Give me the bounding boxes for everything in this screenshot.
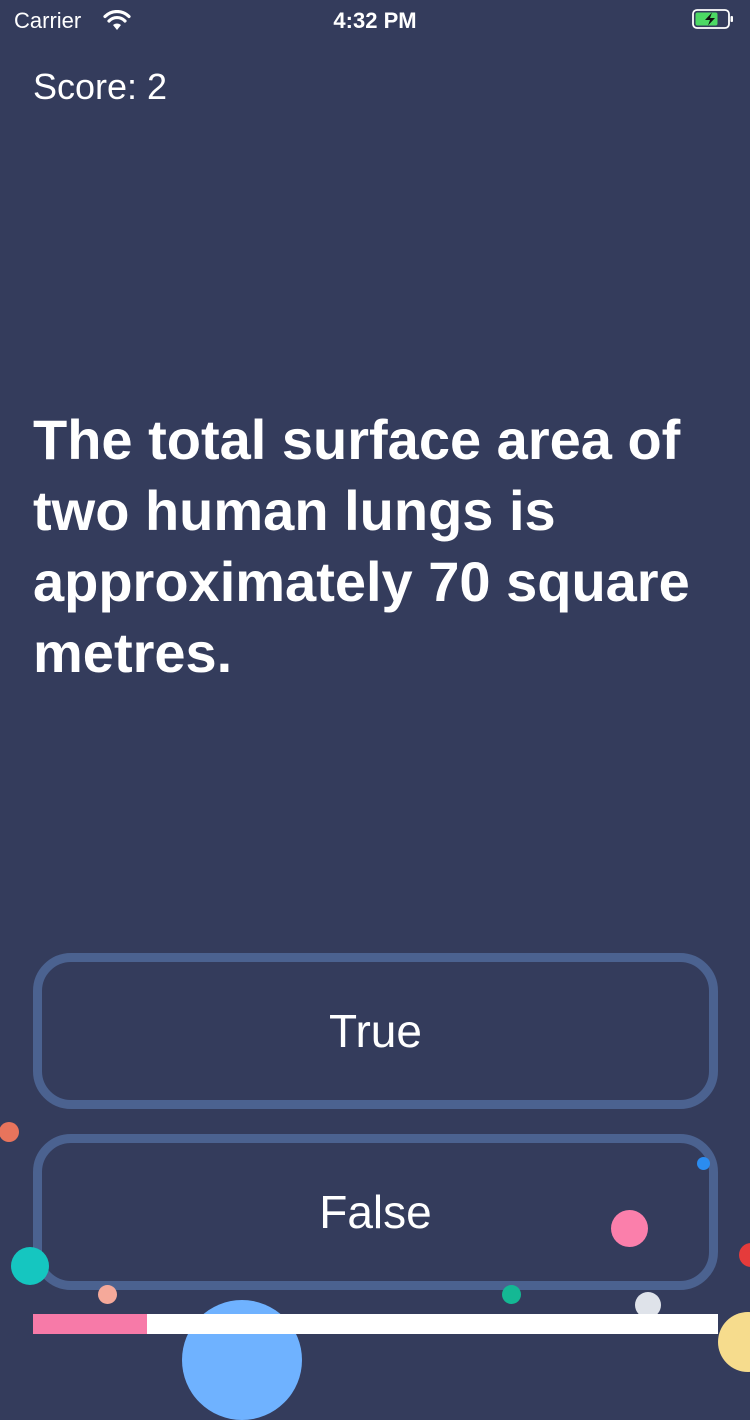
status-time: 4:32 PM xyxy=(333,8,417,33)
confetti-particle xyxy=(611,1210,648,1247)
true-button-label: True xyxy=(329,1005,422,1057)
progress-fill xyxy=(33,1314,147,1334)
status-bar: Carrier 4:32 PM xyxy=(0,0,750,40)
confetti-particle xyxy=(98,1285,117,1304)
progress-bar xyxy=(33,1314,718,1334)
confetti-particle xyxy=(739,1243,750,1267)
confetti-particle xyxy=(718,1312,750,1372)
true-button[interactable]: True xyxy=(33,953,718,1109)
false-button[interactable]: False xyxy=(33,1134,718,1290)
confetti-particle xyxy=(11,1247,49,1285)
question-text: The total surface area of two human lung… xyxy=(33,408,690,684)
battery-charging-icon xyxy=(692,9,733,29)
false-button-label: False xyxy=(319,1186,432,1238)
confetti-particle xyxy=(697,1157,710,1170)
confetti-particle xyxy=(502,1285,521,1304)
score-label: Score: 2 xyxy=(33,66,168,107)
confetti-particle xyxy=(0,1122,19,1142)
